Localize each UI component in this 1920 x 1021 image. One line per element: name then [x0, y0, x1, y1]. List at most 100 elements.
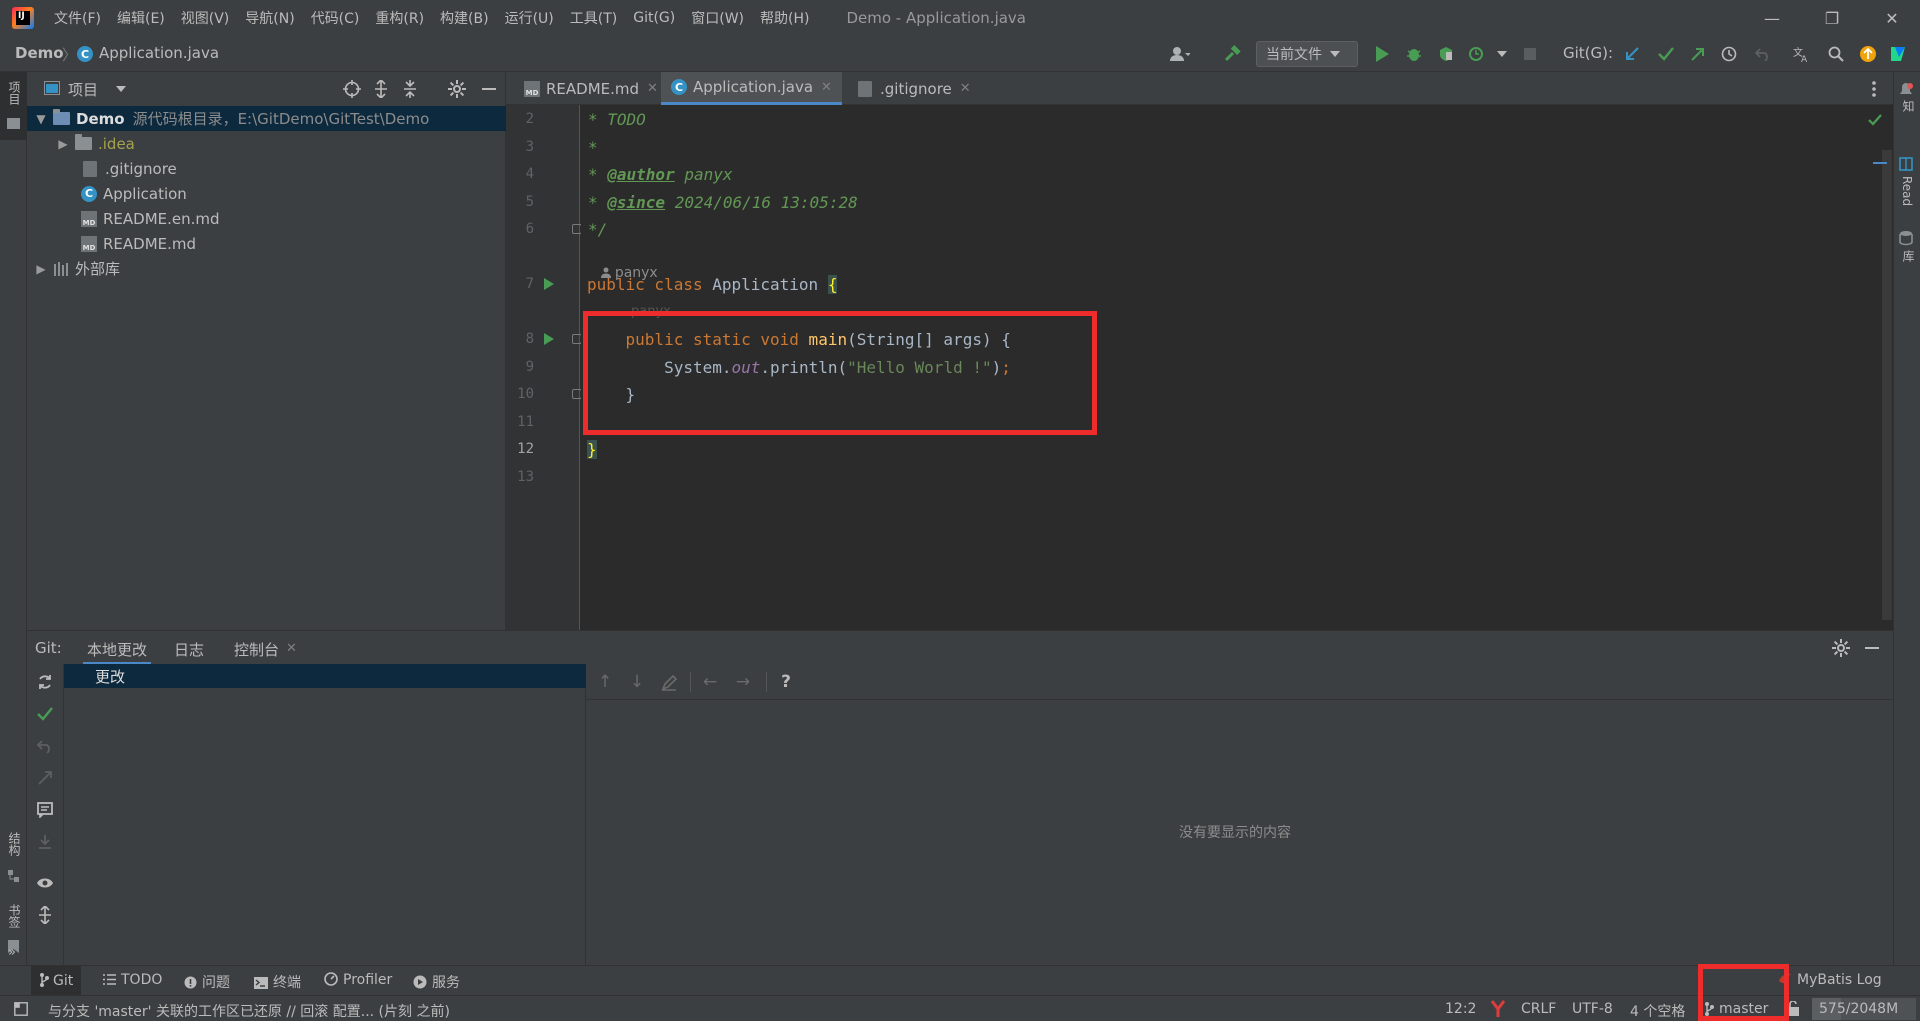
tree-item-idea[interactable]: ▶ .idea: [27, 131, 506, 156]
minimize-button[interactable]: —: [1744, 0, 1800, 36]
tree-item-application[interactable]: C Application: [27, 181, 506, 206]
translate-icon[interactable]: 文A: [1792, 44, 1812, 64]
git-history-clock-icon[interactable]: [1719, 44, 1739, 64]
tab-log[interactable]: 日志: [174, 639, 204, 660]
close-tab-icon[interactable]: ✕: [647, 81, 658, 96]
expand-all-icon[interactable]: [36, 906, 54, 924]
menu-edit[interactable]: 编辑(E): [117, 8, 165, 28]
tab-gitignore[interactable]: .gitignore ✕: [848, 72, 981, 105]
menu-file[interactable]: 文件(F): [54, 8, 101, 28]
more-tabs-icon[interactable]: [1872, 81, 1876, 97]
search-icon[interactable]: [1826, 44, 1846, 64]
menu-help[interactable]: 帮助(H): [760, 8, 809, 28]
tree-item-readme[interactable]: MD README.md: [27, 231, 506, 256]
menu-navigate[interactable]: 导航(N): [245, 8, 294, 28]
commit-message-icon[interactable]: [36, 801, 54, 819]
code-editor[interactable]: * TODO * * @author panyx * @since 2024/0…: [581, 105, 1893, 630]
arrow-left-icon[interactable]: ←: [700, 672, 720, 692]
rollback-icon[interactable]: [36, 737, 54, 755]
arrow-right-icon[interactable]: →: [733, 672, 753, 692]
read-tool-tab[interactable]: Read: [1898, 156, 1914, 206]
menu-code[interactable]: 代码(C): [311, 8, 360, 28]
git-commit-check-icon[interactable]: [1656, 44, 1676, 64]
more-tools-icon[interactable]: »: [8, 945, 16, 960]
notifications-tool-tab[interactable]: 通知: [1898, 82, 1920, 112]
tool-mybatis-log-button[interactable]: MyBatis Log: [1778, 972, 1882, 988]
tab-readme-md[interactable]: MD README.md ✕: [514, 72, 668, 105]
plugin-y-icon[interactable]: [1491, 1000, 1505, 1018]
run-config-select[interactable]: 当前文件: [1256, 41, 1358, 67]
no-problems-check-icon[interactable]: [1868, 114, 1882, 126]
unlock-icon[interactable]: [1787, 1001, 1799, 1016]
minimize-panel-icon[interactable]: [482, 88, 496, 90]
run-class-gutter-icon[interactable]: [544, 278, 554, 290]
menu-git[interactable]: Git(G): [633, 10, 675, 26]
tab-console[interactable]: 控制台: [234, 639, 279, 660]
gear-icon[interactable]: [1832, 639, 1850, 657]
locate-file-icon[interactable]: [343, 80, 361, 98]
toggle-tool-windows-icon[interactable]: [14, 1002, 28, 1016]
help-icon[interactable]: ?: [776, 672, 796, 692]
git-push-icon[interactable]: [1688, 44, 1708, 64]
git-update-icon[interactable]: [1622, 44, 1642, 64]
git-branch-widget[interactable]: master: [1704, 996, 1768, 1021]
close-tab-icon[interactable]: ✕: [821, 80, 832, 95]
menu-tools[interactable]: 工具(T): [570, 8, 617, 28]
stop-icon[interactable]: [1520, 44, 1540, 64]
indent-setting[interactable]: 4 个空格: [1630, 1001, 1685, 1021]
project-panel-title[interactable]: 项目: [68, 79, 98, 100]
tool-terminal-button[interactable]: 终端: [254, 972, 301, 992]
tree-item-gitignore[interactable]: .gitignore: [27, 156, 506, 181]
restore-button[interactable]: ❐: [1804, 0, 1860, 36]
close-tab-icon[interactable]: ✕: [960, 81, 971, 96]
plugin-logo-icon[interactable]: [1888, 44, 1908, 64]
menu-window[interactable]: 窗口(W): [691, 8, 744, 28]
arrow-up-icon[interactable]: ↑: [595, 672, 615, 692]
close-console-tab-icon[interactable]: ✕: [286, 641, 297, 656]
coverage-icon[interactable]: [1436, 44, 1456, 64]
refresh-icon[interactable]: [36, 673, 54, 691]
tree-root-demo[interactable]: ▼ Demo 源代码根目录，E:\GitDemo\GitTest\Demo: [27, 106, 506, 131]
tree-item-external-libraries[interactable]: ▶ 外部库: [27, 256, 506, 281]
eye-icon[interactable]: [36, 874, 54, 892]
profiler-run-icon[interactable]: [1468, 44, 1488, 64]
changes-node-row[interactable]: 更改: [64, 664, 586, 688]
user-account-icon[interactable]: [1170, 44, 1190, 64]
edit-pencil-icon[interactable]: [661, 675, 677, 691]
collapsed-arrow-icon[interactable]: ▶: [33, 262, 49, 276]
tool-git-button[interactable]: Git: [31, 966, 82, 996]
debug-bug-icon[interactable]: [1404, 44, 1424, 64]
tab-application-java[interactable]: C Application.java ✕: [661, 72, 842, 105]
expand-all-icon[interactable]: [373, 80, 389, 98]
menu-build[interactable]: 构建(B): [440, 8, 489, 28]
more-run-options-chevron-icon[interactable]: [1492, 44, 1512, 64]
menu-view[interactable]: 视图(V): [181, 8, 230, 28]
build-hammer-icon[interactable]: [1222, 44, 1242, 64]
tool-services-button[interactable]: 服务: [413, 972, 460, 992]
tool-todo-button[interactable]: TODO: [103, 972, 162, 988]
run-icon[interactable]: [1372, 44, 1392, 64]
caret-position[interactable]: 12:2: [1445, 1001, 1476, 1017]
menu-refactor[interactable]: 重构(R): [375, 8, 424, 28]
tool-profiler-button[interactable]: Profiler: [324, 972, 392, 988]
ide-update-icon[interactable]: [1858, 44, 1878, 64]
tree-item-readme-en[interactable]: MD README.en.md: [27, 206, 506, 231]
menu-run[interactable]: 运行(U): [505, 8, 554, 28]
structure-tool-tab[interactable]: 结构: [0, 830, 27, 902]
status-message[interactable]: 与分支 'master' 关联的工作区已还原 // 回滚 配置... (片刻 之…: [48, 1001, 450, 1021]
close-window-button[interactable]: ✕: [1864, 0, 1920, 36]
chevron-down-icon[interactable]: [116, 86, 126, 92]
project-tool-tab[interactable]: 项目: [0, 72, 27, 140]
shelve-icon[interactable]: [36, 769, 54, 787]
collapse-all-icon[interactable]: [402, 80, 418, 98]
arrow-down-icon[interactable]: ↓: [627, 672, 647, 692]
download-icon[interactable]: [36, 833, 54, 851]
git-rollback-icon[interactable]: [1753, 44, 1773, 64]
collapsed-arrow-icon[interactable]: ▶: [55, 137, 71, 151]
line-separator[interactable]: CRLF: [1521, 1001, 1556, 1017]
run-main-gutter-icon[interactable]: [544, 333, 554, 345]
breadcrumb-file[interactable]: Application.java: [99, 44, 219, 62]
commit-check-icon[interactable]: [36, 705, 54, 723]
database-tool-tab[interactable]: 数据库: [1898, 230, 1920, 262]
bookmarks-tool-tab[interactable]: 书签: [0, 902, 27, 972]
